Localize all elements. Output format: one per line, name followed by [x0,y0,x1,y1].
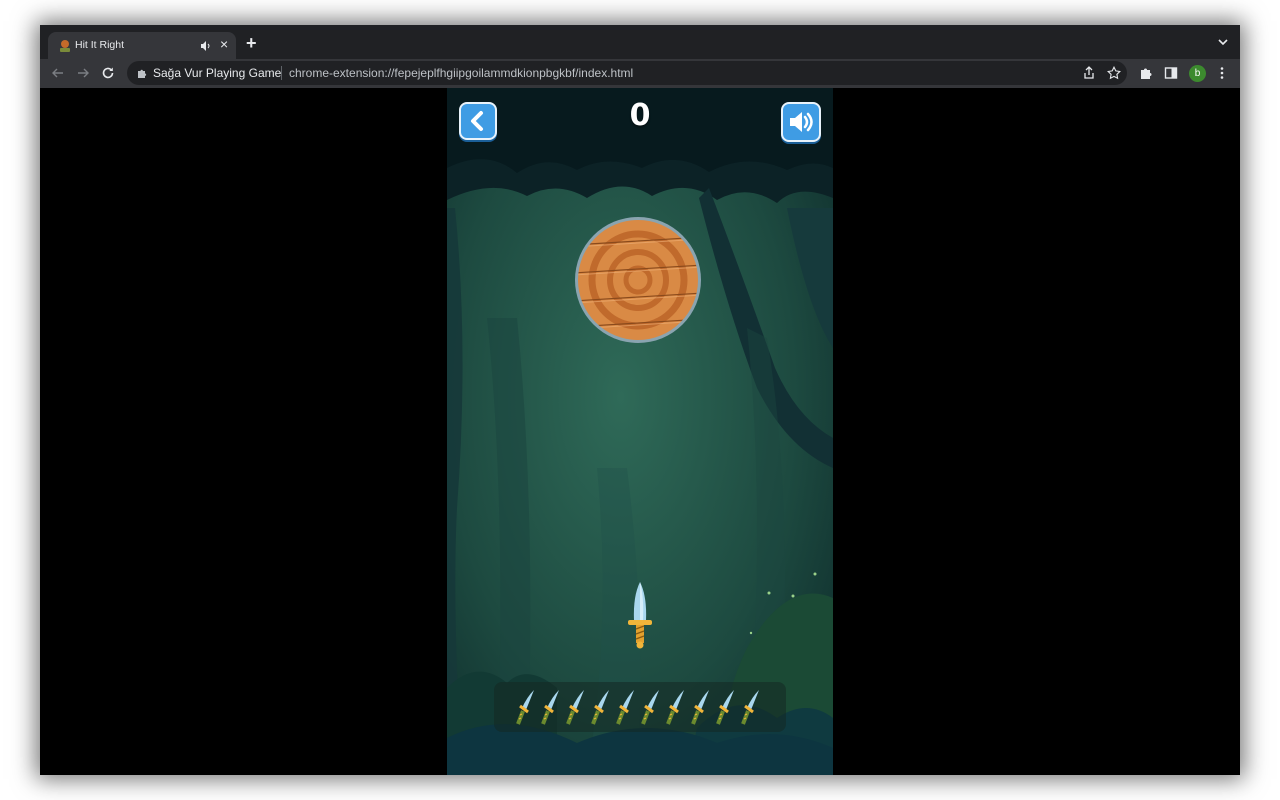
divider [281,66,282,80]
tab-title: Hit It Right [75,39,125,51]
knife-ammo-icon [566,690,584,725]
extensions-puzzle-icon[interactable] [1138,65,1154,81]
kebab-menu-icon[interactable] [1214,65,1230,81]
knife-ammo-icon [741,690,759,725]
game-canvas[interactable]: 0 [447,88,833,775]
star-icon[interactable] [1107,66,1121,80]
speaker-on-icon [790,112,813,132]
back-arrow-icon[interactable] [50,65,66,81]
knife-ammo-icon [591,690,609,725]
knife-ammo-icon [616,690,634,725]
url-text[interactable]: chrome-extension://fepejeplfhgiipgoilamm… [289,66,633,80]
speaker-icon[interactable] [200,40,212,52]
knife-ammo-icon [541,690,559,725]
reload-icon[interactable] [100,65,116,81]
close-icon[interactable]: × [220,37,228,51]
knife-ammo-icon [691,690,709,725]
tab-strip: Hit It Right × + [40,25,1240,59]
chevron-down-icon[interactable] [1218,37,1228,47]
forward-arrow-icon[interactable] [75,65,91,81]
browser-window: Hit It Right × + Sağa Vur Playing Game c… [40,25,1240,775]
knife-ammo-icon [641,690,659,725]
new-tab-button[interactable]: + [246,34,257,52]
knives-remaining-panel [494,682,786,732]
page-content: 0 [40,88,1240,775]
puzzle-icon [138,69,147,78]
side-panel-icon[interactable] [1163,65,1179,81]
throwing-knife[interactable] [625,582,655,650]
knife-ammo-icon [516,690,534,725]
knife-ammo-icon [716,690,734,725]
address-bar[interactable]: Sağa Vur Playing Game chrome-extension:/… [127,61,1127,85]
profile-avatar[interactable]: b [1189,65,1206,82]
share-icon[interactable] [1082,66,1096,80]
site-name: Sağa Vur Playing Game [153,66,282,80]
wooden-target [575,217,701,343]
tab-hit-it-right[interactable]: Hit It Right × [48,32,236,59]
forest-background [447,88,833,775]
knife-ammo-icon [666,690,684,725]
sound-toggle-button[interactable] [781,102,821,142]
score-display: 0 [629,98,651,133]
game-favicon-icon [60,40,70,52]
browser-toolbar: Sağa Vur Playing Game chrome-extension:/… [40,59,1240,88]
